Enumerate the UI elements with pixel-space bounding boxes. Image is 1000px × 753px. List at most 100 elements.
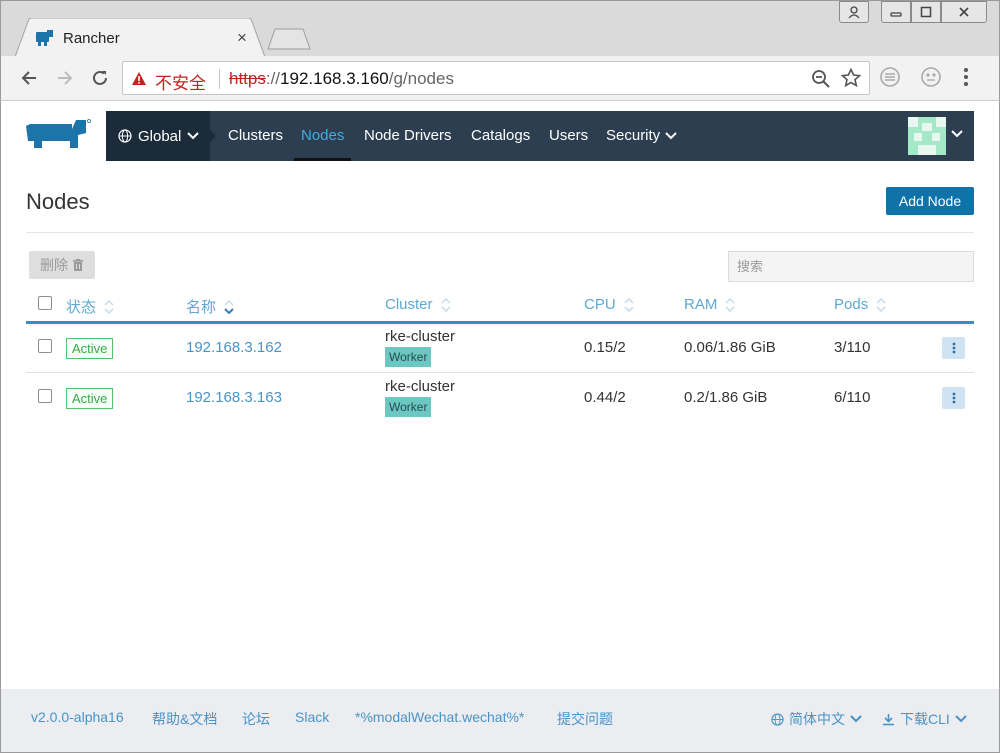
zoom-out-icon[interactable] (811, 69, 831, 89)
column-header-cpu[interactable]: CPU (584, 296, 634, 313)
close-window-button[interactable] (941, 1, 987, 23)
nav-security[interactable]: Security (606, 111, 677, 161)
browser-tab-strip: Rancher × (0, 0, 1000, 57)
sort-icon (104, 299, 114, 314)
forward-arrow-icon (58, 71, 73, 85)
url-separator: :// (265, 69, 281, 88)
column-label: Cluster (385, 296, 433, 313)
slack-link[interactable]: Slack (295, 709, 329, 725)
role-badge: Worker (385, 397, 432, 417)
cpu-value: 0.44/2 (584, 389, 626, 406)
browser-menu-icon[interactable] (963, 66, 969, 88)
sort-icon (876, 297, 886, 312)
wechat-link[interactable]: *%modalWechat.wechat%* (355, 709, 524, 725)
security-status-label[interactable]: 不安全 (155, 69, 206, 94)
globe-icon (771, 712, 784, 726)
delete-button[interactable]: 删除 (29, 251, 95, 279)
user-menu-chevron-icon[interactable] (951, 130, 963, 138)
node-name-link[interactable]: 192.168.3.163 (186, 389, 282, 406)
vertical-dots-icon (952, 342, 955, 354)
bookmark-star-icon[interactable] (841, 68, 861, 88)
nav-clusters[interactable]: Clusters (228, 111, 283, 161)
user-icon (848, 6, 860, 19)
sort-descending-icon (224, 299, 234, 314)
maximize-button[interactable] (911, 1, 941, 23)
extension-icon-2[interactable] (920, 66, 942, 88)
trash-icon (73, 258, 83, 271)
nav-nodes[interactable]: Nodes (293, 111, 352, 161)
chevron-down-icon (665, 132, 677, 140)
column-header-ram[interactable]: RAM (684, 296, 735, 313)
column-label: 名称 (186, 299, 217, 316)
app-footer: v2.0.0-alpha16 帮助&文档 论坛 Slack *%modalWec… (1, 689, 999, 752)
forward-button[interactable] (53, 66, 77, 90)
close-icon (959, 7, 969, 17)
language-selector[interactable]: 简体中文 (771, 709, 862, 729)
delete-button-label: 删除 (40, 257, 68, 273)
role-badge: Worker (385, 347, 432, 367)
add-node-button[interactable]: Add Node (886, 187, 974, 215)
file-issue-link[interactable]: 提交问题 (557, 709, 613, 729)
new-tab-button[interactable] (267, 28, 311, 50)
url-path: /g/nodes (388, 69, 454, 88)
address-separator (219, 69, 220, 89)
column-label: Pods (834, 296, 869, 313)
ram-value: 0.2/1.86 GiB (684, 389, 768, 406)
version-link[interactable]: v2.0.0-alpha16 (31, 709, 124, 725)
app-header: Global Clusters Nodes Node Drivers Catal… (106, 111, 974, 161)
minimize-button[interactable] (881, 1, 911, 23)
row-actions-button[interactable] (942, 337, 965, 359)
pods-value: 6/110 (834, 389, 871, 406)
search-input[interactable] (728, 251, 974, 282)
status-badge: Active (66, 338, 114, 359)
cpu-value: 0.15/2 (584, 339, 626, 356)
table-row: Active 192.168.3.162 rke-cluster Worker … (26, 323, 974, 373)
address-bar[interactable]: 不安全 https://192.168.3.160/g/nodes (122, 61, 870, 95)
sort-icon (725, 297, 735, 312)
cluster-name: rke-cluster (385, 328, 456, 345)
column-label: CPU (584, 296, 616, 313)
chevron-down-icon (850, 715, 862, 723)
profile-button[interactable] (839, 1, 869, 23)
tab-close-icon[interactable]: × (237, 28, 247, 48)
reload-button[interactable] (88, 66, 112, 90)
global-scope-label: Global (138, 127, 182, 145)
status-badge: Active (66, 388, 114, 409)
tab-title[interactable]: Rancher (63, 30, 120, 47)
nav-node-drivers[interactable]: Node Drivers (364, 111, 452, 161)
window-controls (839, 1, 987, 23)
download-cli-selector[interactable]: 下载CLI (882, 709, 967, 729)
back-arrow-icon (21, 71, 36, 85)
cluster-name: rke-cluster (385, 378, 456, 395)
back-button[interactable] (17, 66, 41, 90)
row-actions-button[interactable] (942, 387, 965, 409)
divider (26, 232, 974, 233)
ram-value: 0.06/1.86 GiB (684, 339, 776, 356)
row-checkbox[interactable] (38, 339, 52, 353)
user-avatar[interactable] (908, 117, 946, 155)
chevron-down-icon (955, 715, 967, 723)
column-label: 状态 (66, 299, 97, 316)
forum-link[interactable]: 论坛 (242, 709, 270, 729)
maximize-icon (920, 6, 932, 18)
url-text[interactable]: https://192.168.3.160/g/nodes (229, 69, 454, 89)
global-scope-selector[interactable]: Global (106, 111, 210, 161)
select-all-checkbox[interactable] (38, 296, 52, 310)
rancher-logo[interactable] (24, 117, 94, 153)
help-docs-link[interactable]: 帮助&文档 (152, 709, 217, 729)
column-header-state[interactable]: 状态 (66, 296, 114, 317)
node-name-link[interactable]: 192.168.3.162 (186, 339, 282, 356)
nav-catalogs[interactable]: Catalogs (471, 111, 530, 161)
nav-users[interactable]: Users (549, 111, 588, 161)
reload-icon (93, 70, 107, 85)
column-header-pods[interactable]: Pods (834, 296, 886, 313)
column-header-name[interactable]: 名称 (186, 296, 234, 317)
sort-icon (624, 297, 634, 312)
download-cli-label: 下载CLI (900, 711, 950, 727)
column-header-cluster[interactable]: Cluster (385, 296, 451, 313)
language-label: 简体中文 (789, 711, 845, 727)
rancher-favicon-icon (36, 30, 53, 46)
row-checkbox[interactable] (38, 389, 52, 403)
nav-security-label: Security (606, 127, 661, 144)
extension-icon[interactable] (879, 66, 901, 88)
